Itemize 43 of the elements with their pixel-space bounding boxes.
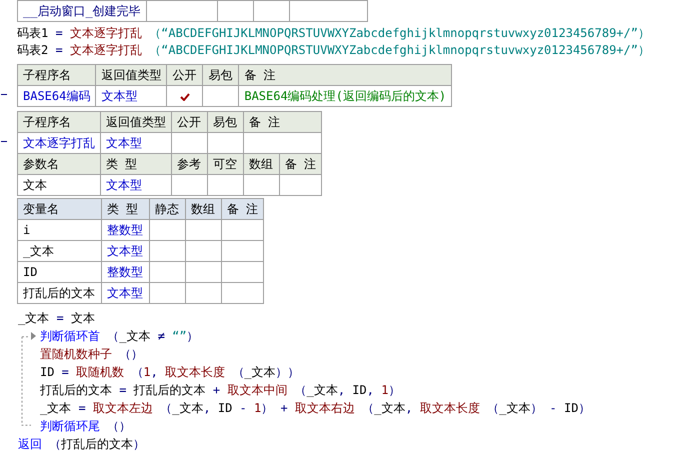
code-line: 判断循环尾 （） xyxy=(40,418,132,435)
comment-text: BASE64编码处理(返回编码后的文本) xyxy=(244,88,446,102)
check-icon xyxy=(180,92,190,101)
arrow-icon xyxy=(31,332,36,340)
fold-marker-icon[interactable] xyxy=(1,94,7,95)
column-header: 参考 xyxy=(172,154,208,174)
column-header: 子程序名 xyxy=(18,64,96,86)
code-line: 打乱后的文本 = 打乱后的文本 + 取文本中间 （_文本, ID, 1） xyxy=(40,382,402,399)
column-header: 类 型 xyxy=(102,198,150,220)
code-line: 码表2 = 文本逐字打乱 （“ABCDEFGHIJKLMNOPQRSTUVWXYZabcdefghijklmnopqrstuvwxyz0123456789+/”） xyxy=(17,42,650,59)
code-line: 码表1 = 文本逐字打乱 （“ABCDEFGHIJKLMNOPQRSTUVWXYZabcdefghijklmnopqrstuvwxyz0123456789+/”） xyxy=(17,25,650,42)
code-line: 返回 （打乱后的文本） xyxy=(18,436,146,453)
column-header: 数组 xyxy=(244,154,280,174)
code-line: ID = 取随机数 （1, 取文本长度 （_文本）） xyxy=(40,364,301,381)
code-line: 判断循环首 （_文本 ≠ “”） xyxy=(40,328,200,345)
column-header: 备 注 xyxy=(238,64,452,86)
column-header: 参数名 xyxy=(18,154,100,174)
column-header: 公开 xyxy=(172,112,208,132)
code-line: _文本 = 取文本左边 （_文本, ID - 1） + 取文本右边 （_文本, 取文本长度 （_文本） - ID） xyxy=(40,400,592,417)
variable-name: i xyxy=(23,223,30,237)
column-header: 返回值类型 xyxy=(96,64,167,86)
column-header: 数组 xyxy=(186,198,222,220)
variable-name: _文本 xyxy=(23,244,54,258)
public-cell[interactable] xyxy=(166,86,203,106)
column-header: 变量名 xyxy=(18,198,102,220)
column-header: 返回值类型 xyxy=(100,112,172,132)
code-line: 置随机数种子 （） xyxy=(40,346,144,363)
variable-name: ID xyxy=(23,265,38,279)
column-header: 备 注 xyxy=(244,112,322,132)
column-header: 静态 xyxy=(150,198,186,220)
column-header: 易包 xyxy=(202,64,239,86)
code-line: _文本 = 文本 xyxy=(18,310,96,327)
column-header: 备 注 xyxy=(280,154,322,174)
fold-marker-icon[interactable] xyxy=(1,141,7,142)
parameter-name: 文本 xyxy=(23,178,47,192)
column-header: 子程序名 xyxy=(18,112,100,132)
column-header: 备 注 xyxy=(222,198,264,220)
column-header: 可空 xyxy=(208,154,244,174)
column-header: 类 型 xyxy=(100,154,172,174)
column-header: 公开 xyxy=(166,64,203,86)
variable-name: 打乱后的文本 xyxy=(23,286,95,300)
package-cell[interactable] xyxy=(202,86,239,106)
column-header: 易包 xyxy=(208,112,244,132)
